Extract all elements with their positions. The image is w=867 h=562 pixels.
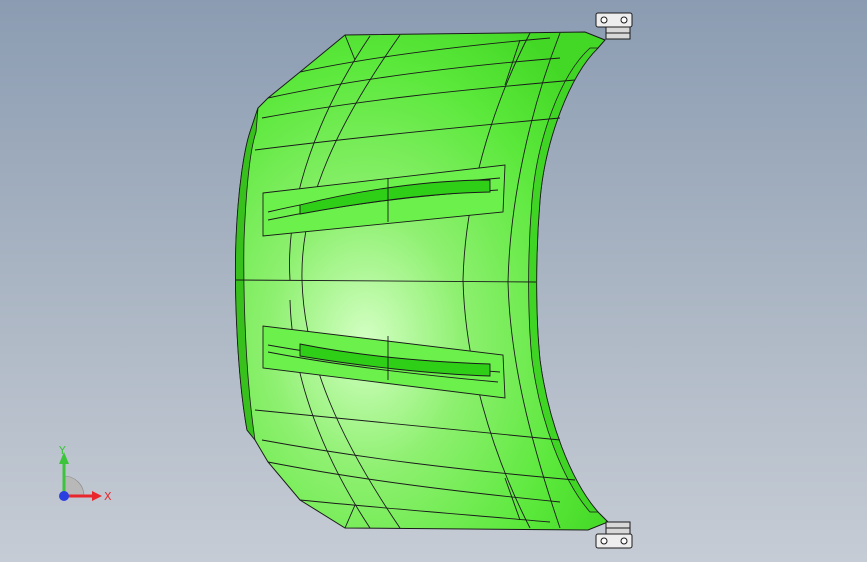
axis-x-label: X [104, 490, 112, 503]
view-orientation-triad-icon[interactable]: Y X [50, 440, 120, 510]
hinge-bracket-bottom[interactable] [595, 521, 633, 549]
hinge-bracket-top[interactable] [595, 12, 633, 40]
axis-y-label: Y [58, 444, 66, 457]
car-hood-model[interactable] [0, 0, 867, 562]
graphics-viewport[interactable]: Y X [0, 0, 867, 562]
